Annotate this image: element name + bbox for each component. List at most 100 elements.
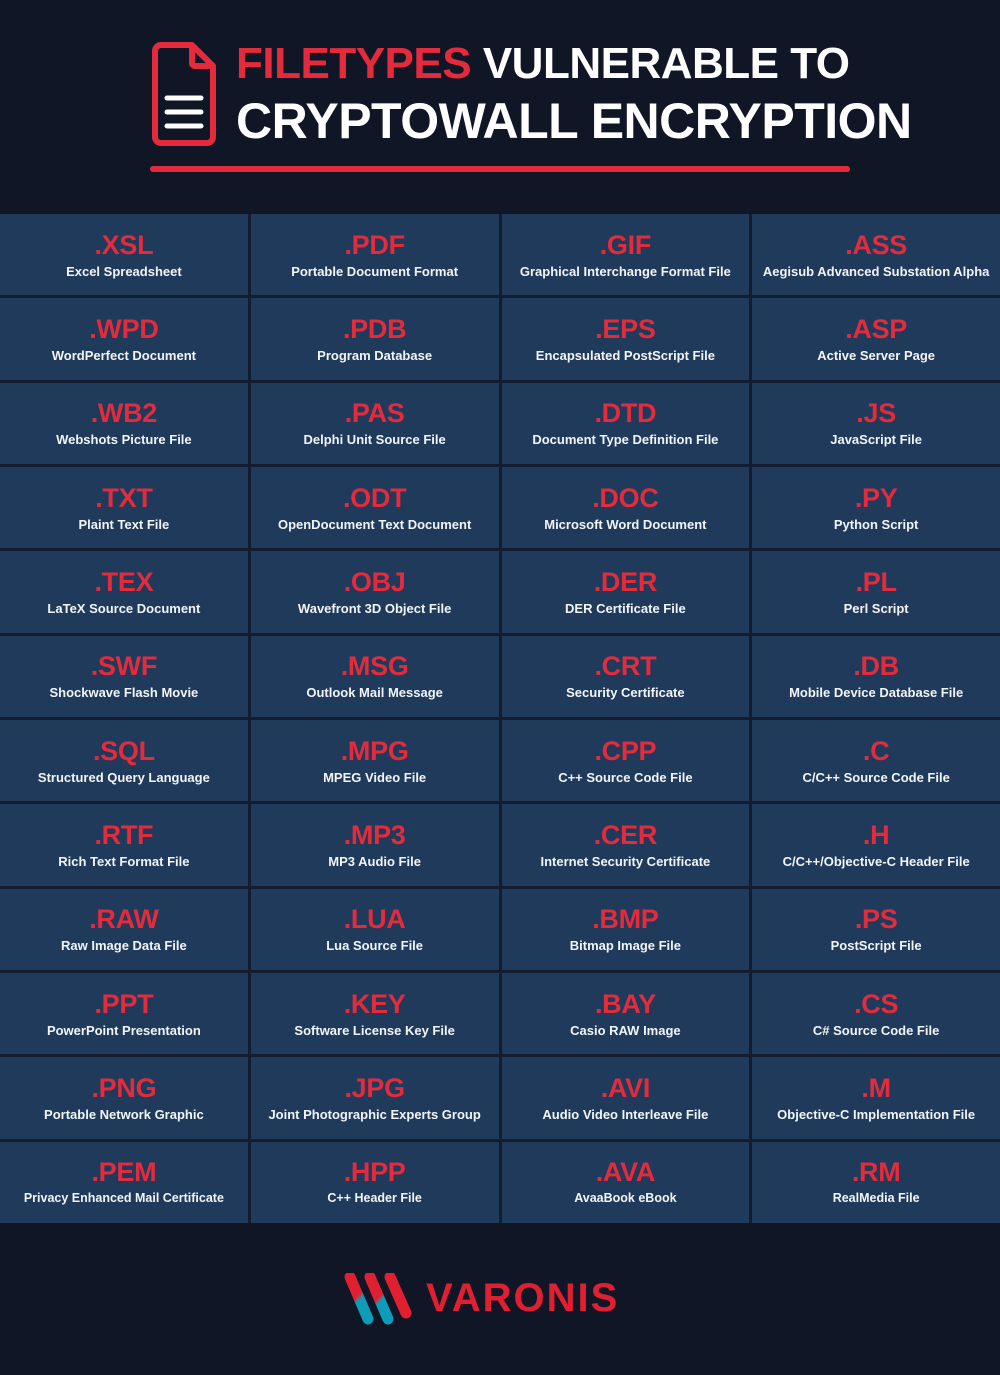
- filetype-cell: .MPG MPEG Video File: [250, 720, 499, 802]
- filetype-description: Webshots Picture File: [56, 432, 192, 448]
- filetype-description: PowerPoint Presentation: [46, 1022, 201, 1038]
- filetype-description: WordPerfect Document: [51, 347, 196, 363]
- filetype-description: Privacy Enhanced Mail Certificate: [23, 1191, 224, 1206]
- filetype-extension: .RM: [851, 1157, 901, 1188]
- filetype-cell: .RAW Raw Image Data File: [0, 888, 248, 970]
- filetype-extension: .OBJ: [343, 566, 406, 597]
- filetype-cell: .AVA AvaaBook eBook: [501, 1141, 750, 1223]
- title-line-2: CRYPTOWALL ENCRYPTION: [236, 93, 912, 149]
- filetype-extension: .CRT: [594, 651, 657, 682]
- document-icon: [152, 42, 216, 146]
- filetype-description: Rich Text Format File: [58, 853, 190, 869]
- filetype-cell: .ASS Aegisub Advanced Substation Alpha: [752, 214, 1000, 296]
- filetype-description: RealMedia File: [832, 1191, 920, 1206]
- filetype-cell: .H C/C++/Objective-C Header File: [752, 804, 1000, 886]
- filetype-description: MPEG Video File: [323, 769, 427, 785]
- filetype-extension: .MSG: [340, 651, 409, 682]
- filetype-cell: .BMP Bitmap Image File: [501, 888, 750, 970]
- filetype-extension: .DER: [593, 566, 658, 597]
- filetype-extension: .WB2: [90, 398, 158, 429]
- filetype-description: C++ Header File: [327, 1191, 422, 1206]
- filetype-extension: .CER: [593, 819, 658, 850]
- filetype-description: Raw Image Data File: [61, 938, 187, 954]
- filetype-extension: .PEM: [91, 1157, 157, 1188]
- filetype-description: Casio RAW Image: [570, 1022, 681, 1038]
- filetype-cell: .PPT PowerPoint Presentation: [0, 973, 248, 1055]
- filetype-description: Active Server Page: [817, 347, 936, 363]
- filetype-description: Excel Spreadsheet: [66, 263, 182, 279]
- filetype-cell: .JPG Joint Photographic Experts Group: [250, 1057, 499, 1139]
- filetype-extension: .SQL: [92, 735, 155, 766]
- filetype-description: Aegisub Advanced Substation Alpha: [762, 263, 990, 279]
- footer-bar: VARONIS: [0, 1223, 1000, 1375]
- filetype-cell: .SWF Shockwave Flash Movie: [0, 635, 248, 717]
- filetype-description: MP3 Audio File: [328, 853, 421, 869]
- filetype-extension: .M: [861, 1072, 891, 1103]
- filetype-extension: .MP3: [343, 819, 406, 850]
- filetype-cell: .MSG Outlook Mail Message: [250, 635, 499, 717]
- filetype-description: Document Type Definition File: [532, 432, 719, 448]
- filetype-cell: .LUA Lua Source File: [250, 888, 499, 970]
- filetype-description: AvaaBook eBook: [574, 1191, 677, 1206]
- filetype-description: LaTeX Source Document: [47, 600, 201, 616]
- filetype-description: JavaScript File: [830, 432, 923, 448]
- filetype-cell: .AVI Audio Video Interleave File: [501, 1057, 750, 1139]
- filetype-extension: .PDB: [342, 313, 407, 344]
- filetype-description: Bitmap Image File: [569, 938, 681, 954]
- filetype-description: C# Source Code File: [812, 1022, 940, 1038]
- filetype-cell: .PNG Portable Network Graphic: [0, 1057, 248, 1139]
- filetype-cell: .DER DER Certificate File: [501, 551, 750, 633]
- filetype-extension: .ASS: [845, 229, 908, 260]
- filetype-cell: .PY Python Script: [752, 467, 1000, 549]
- filetype-extension: .KEY: [343, 988, 406, 1019]
- varonis-logo: VARONIS: [344, 1273, 656, 1325]
- filetype-description: Outlook Mail Message: [306, 685, 443, 701]
- filetype-cell: .RM RealMedia File: [752, 1141, 1000, 1223]
- filetype-description: Portable Network Graphic: [44, 1106, 204, 1122]
- filetype-description: Joint Photographic Experts Group: [268, 1106, 481, 1122]
- filetype-extension: .XSL: [94, 229, 154, 260]
- title-line-1-rest: VULNERABLE TO: [471, 39, 850, 88]
- filetype-extension: .MPG: [340, 735, 409, 766]
- filetype-description: Structured Query Language: [37, 769, 210, 785]
- filetype-cell: .PEM Privacy Enhanced Mail Certificate: [0, 1141, 248, 1223]
- filetype-description: Shockwave Flash Movie: [49, 685, 199, 701]
- filetype-grid: .XSL Excel Spreadsheet .PDF Portable Docume…: [0, 214, 1000, 1223]
- filetype-description: Lua Source File: [326, 938, 424, 954]
- filetype-cell: .KEY Software License Key File: [250, 973, 499, 1055]
- filetype-cell: .C C/C++ Source Code File: [752, 720, 1000, 802]
- filetype-cell: .DOC Microsoft Word Document: [501, 467, 750, 549]
- filetype-extension: .SWF: [90, 651, 158, 682]
- filetype-extension: .ODT: [342, 482, 407, 513]
- filetype-description: Microsoft Word Document: [544, 516, 707, 532]
- filetype-cell: .CPP C++ Source Code File: [501, 720, 750, 802]
- filetype-description: Perl Script: [843, 600, 909, 616]
- filetype-cell: .SQL Structured Query Language: [0, 720, 248, 802]
- title-accent-word: FILETYPES: [236, 39, 472, 88]
- filetype-cell: .ASP Active Server Page: [752, 298, 1000, 380]
- header-banner: FILETYPES VULNERABLE TO CRYPTOWALL ENCRY…: [0, 0, 1000, 214]
- filetype-cell: .HPP C++ Header File: [250, 1141, 499, 1223]
- filetype-extension: .JPG: [344, 1072, 405, 1103]
- filetype-extension: .PL: [855, 566, 897, 597]
- filetype-extension: .PY: [854, 482, 898, 513]
- filetype-cell: .TXT Plaint Text File: [0, 467, 248, 549]
- filetype-extension: .AVI: [600, 1072, 651, 1103]
- filetype-extension: .WPD: [89, 313, 159, 344]
- filetype-cell: .PL Perl Script: [752, 551, 1000, 633]
- filetype-extension: .PNG: [91, 1072, 157, 1103]
- filetype-cell: .OBJ Wavefront 3D Object File: [250, 551, 499, 633]
- filetype-cell: .CS C# Source Code File: [752, 973, 1000, 1055]
- filetype-description: Internet Security Certificate: [540, 853, 711, 869]
- filetype-cell: .JS JavaScript File: [752, 382, 1000, 464]
- filetype-extension: .LUA: [343, 904, 406, 935]
- filetype-extension: .PAS: [344, 398, 405, 429]
- filetype-cell: .WB2 Webshots Picture File: [0, 382, 248, 464]
- filetype-extension: .TXT: [95, 482, 153, 513]
- filetype-cell: .PAS Delphi Unit Source File: [250, 382, 499, 464]
- filetype-extension: .DOC: [592, 482, 659, 513]
- filetype-extension: .H: [862, 819, 890, 850]
- filetype-extension: .PS: [854, 904, 898, 935]
- filetype-cell: .ODT OpenDocument Text Document: [250, 467, 499, 549]
- filetype-description: OpenDocument Text Document: [277, 516, 472, 532]
